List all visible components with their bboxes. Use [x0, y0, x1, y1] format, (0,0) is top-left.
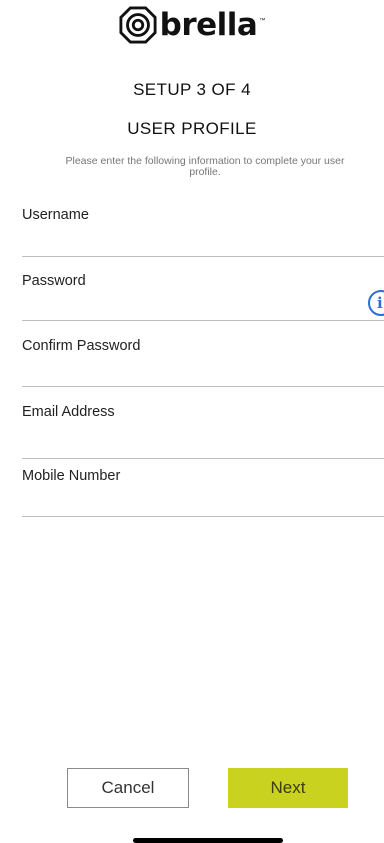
password-input[interactable]	[22, 296, 384, 321]
username-label: Username	[22, 207, 89, 223]
password-field: Password	[22, 273, 384, 321]
confirm-password-label: Confirm Password	[22, 338, 141, 354]
email-field: Email Address	[22, 404, 384, 459]
next-button[interactable]: Next	[228, 768, 348, 808]
username-input[interactable]	[22, 232, 384, 257]
cancel-button[interactable]: Cancel	[67, 768, 189, 808]
mobile-number-input[interactable]	[22, 492, 384, 517]
mobile-number-label: Mobile Number	[22, 468, 121, 484]
brand-trademark: ™	[259, 18, 266, 24]
home-indicator[interactable]	[133, 838, 283, 843]
brand-logo: brella ™	[0, 6, 384, 44]
password-label: Password	[22, 273, 86, 289]
mobile-number-field: Mobile Number	[22, 468, 384, 517]
setup-step-title: SETUP 3 OF 4	[133, 80, 251, 99]
confirm-password-field: Confirm Password	[22, 338, 384, 387]
brand-logo-icon	[119, 6, 157, 44]
email-label: Email Address	[22, 404, 115, 420]
confirm-password-input[interactable]	[22, 362, 384, 387]
instructions-text: Please enter the following information t…	[65, 155, 345, 178]
brand-name: brella	[159, 7, 258, 43]
username-field: Username	[22, 207, 384, 257]
email-input[interactable]	[22, 434, 384, 459]
section-title: USER PROFILE	[127, 119, 257, 138]
